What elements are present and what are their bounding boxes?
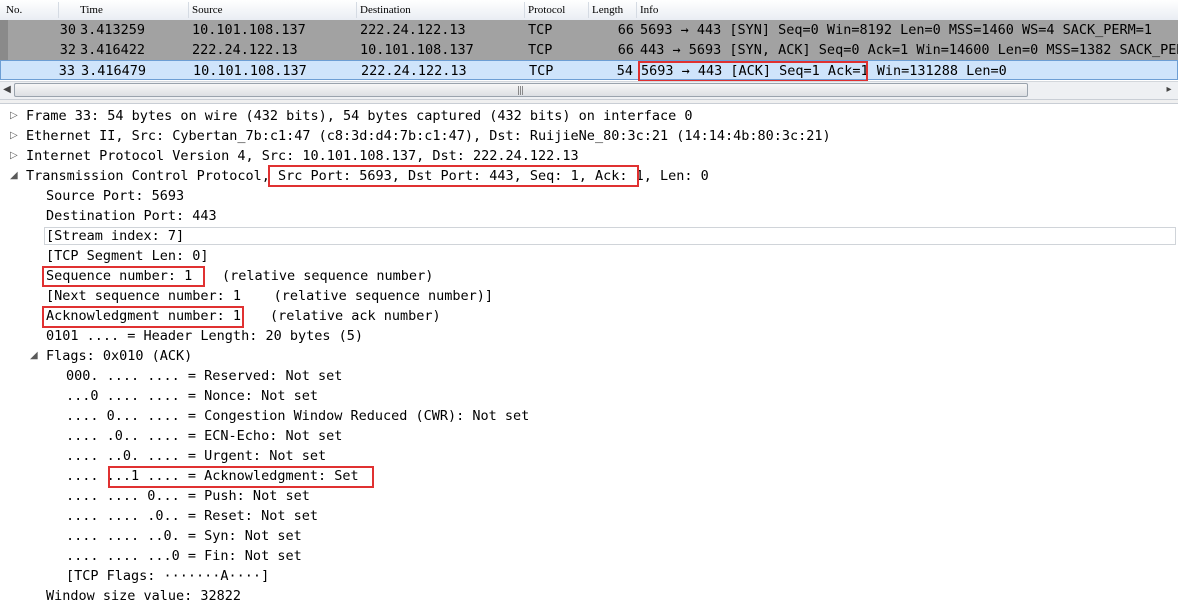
flag-push[interactable]: .... .... 0... = Push: Not set xyxy=(66,486,310,506)
packet-no: 33 xyxy=(58,63,75,79)
packet-no: 32 xyxy=(59,42,76,58)
flag-ack-prefix: .... xyxy=(66,468,107,484)
packet-details-pane: ▷ Frame 33: 54 bytes on wire (432 bits),… xyxy=(0,104,1178,610)
ack-highlight-box xyxy=(42,306,244,328)
field-segment-len[interactable]: [TCP Segment Len: 0] xyxy=(46,246,209,266)
column-header-destination[interactable]: Destination xyxy=(360,4,411,16)
packet-list-pane: No. Time Source Destination Protocol Len… xyxy=(0,0,1178,100)
ack-relative-note: (relative ack number) xyxy=(270,308,441,324)
packet-protocol: TCP xyxy=(528,42,553,58)
field-tcp-flags-string[interactable]: [TCP Flags: ·······A····] xyxy=(66,566,269,586)
flag-reset[interactable]: .... .... .0.. = Reset: Not set xyxy=(66,506,318,526)
packet-no: 30 xyxy=(59,22,76,38)
packet-list-header: No. Time Source Destination Protocol Len… xyxy=(0,0,1178,21)
flag-urgent[interactable]: .... ..0. .... = Urgent: Not set xyxy=(66,446,326,466)
horizontal-scrollbar[interactable]: ◀ ||| ▸ xyxy=(0,81,1178,99)
packet-info: 5693 → 443 [SYN] Seq=0 Win=8192 Len=0 MS… xyxy=(640,22,1153,38)
packet-destination: 10.101.108.137 xyxy=(360,42,474,58)
column-header-protocol[interactable]: Protocol xyxy=(528,4,565,16)
packet-time: 3.416479 xyxy=(81,63,147,79)
column-header-time[interactable]: Time xyxy=(80,4,103,16)
collapse-icon[interactable]: ◢ xyxy=(10,166,18,186)
field-window-size[interactable]: Window size value: 32822 xyxy=(46,586,241,606)
flag-cwr[interactable]: .... 0... .... = Congestion Window Reduc… xyxy=(66,406,529,426)
seq-highlight-box xyxy=(42,266,205,287)
packet-row-32[interactable]: 32 3.416422 222.24.122.13 10.101.108.137… xyxy=(0,40,1178,60)
field-next-sequence[interactable]: [Next sequence number: 1 (relative seque… xyxy=(46,286,493,306)
column-header-source[interactable]: Source xyxy=(192,4,223,16)
expand-icon[interactable]: ▷ xyxy=(10,126,18,146)
tcp-len: , Len: 0 xyxy=(643,168,709,184)
flag-syn[interactable]: .... .... ..0. = Syn: Not set xyxy=(66,526,302,546)
packet-source: 10.101.108.137 xyxy=(193,63,307,79)
packet-destination: 222.24.122.13 xyxy=(360,22,466,38)
packet-row-30[interactable]: 30 3.413259 10.101.108.137 222.24.122.13… xyxy=(0,20,1178,40)
packet-length: 66 xyxy=(617,42,634,58)
expand-icon[interactable]: ▷ xyxy=(10,106,18,126)
tree-node-frame[interactable]: Frame 33: 54 bytes on wire (432 bits), 5… xyxy=(26,106,692,126)
seq-relative-note: (relative sequence number) xyxy=(222,268,434,284)
scrollbar-grip-icon: ||| xyxy=(517,86,524,96)
tree-node-ip[interactable]: Internet Protocol Version 4, Src: 10.101… xyxy=(26,146,579,166)
column-header-info[interactable]: Info xyxy=(640,4,658,16)
tcp-label: Transmission Control Protocol, xyxy=(26,168,278,184)
row-marker xyxy=(0,20,8,40)
packet-length: 66 xyxy=(617,22,634,38)
packet-time: 3.413259 xyxy=(80,22,146,38)
column-header-length[interactable]: Length xyxy=(592,4,623,16)
flag-reserved[interactable]: 000. .... .... = Reserved: Not set xyxy=(66,366,342,386)
packet-source: 222.24.122.13 xyxy=(192,42,298,58)
packet-destination: 222.24.122.13 xyxy=(361,63,467,79)
scroll-right-icon[interactable]: ▸ xyxy=(1162,83,1176,97)
column-separator xyxy=(356,2,357,18)
packet-length: 54 xyxy=(616,63,633,79)
packet-source: 10.101.108.137 xyxy=(192,22,306,38)
field-source-port[interactable]: Source Port: 5693 xyxy=(46,186,184,206)
column-separator xyxy=(188,2,189,18)
flag-ack-highlight-box xyxy=(108,466,374,488)
field-header-length[interactable]: 0101 .... = Header Length: 20 bytes (5) xyxy=(46,326,363,346)
column-separator xyxy=(636,2,637,18)
column-header-no[interactable]: No. xyxy=(6,4,22,16)
tcp-summary-highlight-box xyxy=(268,165,639,187)
flag-fin[interactable]: .... .... ...0 = Fin: Not set xyxy=(66,546,302,566)
packet-protocol: TCP xyxy=(529,63,554,79)
row-marker xyxy=(0,40,8,60)
field-destination-port[interactable]: Destination Port: 443 xyxy=(46,206,217,226)
column-separator xyxy=(58,2,59,18)
scrollbar-thumb[interactable]: ||| xyxy=(14,83,1028,97)
packet-row-33[interactable]: 33 3.416479 10.101.108.137 222.24.122.13… xyxy=(0,60,1178,80)
field-stream-index[interactable]: [Stream index: 7] xyxy=(46,226,184,246)
scroll-left-icon[interactable]: ◀ xyxy=(0,83,14,97)
info-highlight-box xyxy=(638,61,868,82)
stream-index-box xyxy=(44,227,1176,245)
tree-node-ethernet[interactable]: Ethernet II, Src: Cybertan_7b:c1:47 (c8:… xyxy=(26,126,831,146)
packet-protocol: TCP xyxy=(528,22,553,38)
tree-node-flags[interactable]: Flags: 0x010 (ACK) xyxy=(46,346,192,366)
column-separator xyxy=(524,2,525,18)
flag-nonce[interactable]: ...0 .... .... = Nonce: Not set xyxy=(66,386,318,406)
collapse-icon[interactable]: ◢ xyxy=(30,346,38,366)
packet-info: 443 → 5693 [SYN, ACK] Seq=0 Ack=1 Win=14… xyxy=(640,42,1178,58)
flag-ecn-echo[interactable]: .... .0.. .... = ECN-Echo: Not set xyxy=(66,426,342,446)
packet-time: 3.416422 xyxy=(80,42,146,58)
expand-icon[interactable]: ▷ xyxy=(10,146,18,166)
column-separator xyxy=(588,2,589,18)
